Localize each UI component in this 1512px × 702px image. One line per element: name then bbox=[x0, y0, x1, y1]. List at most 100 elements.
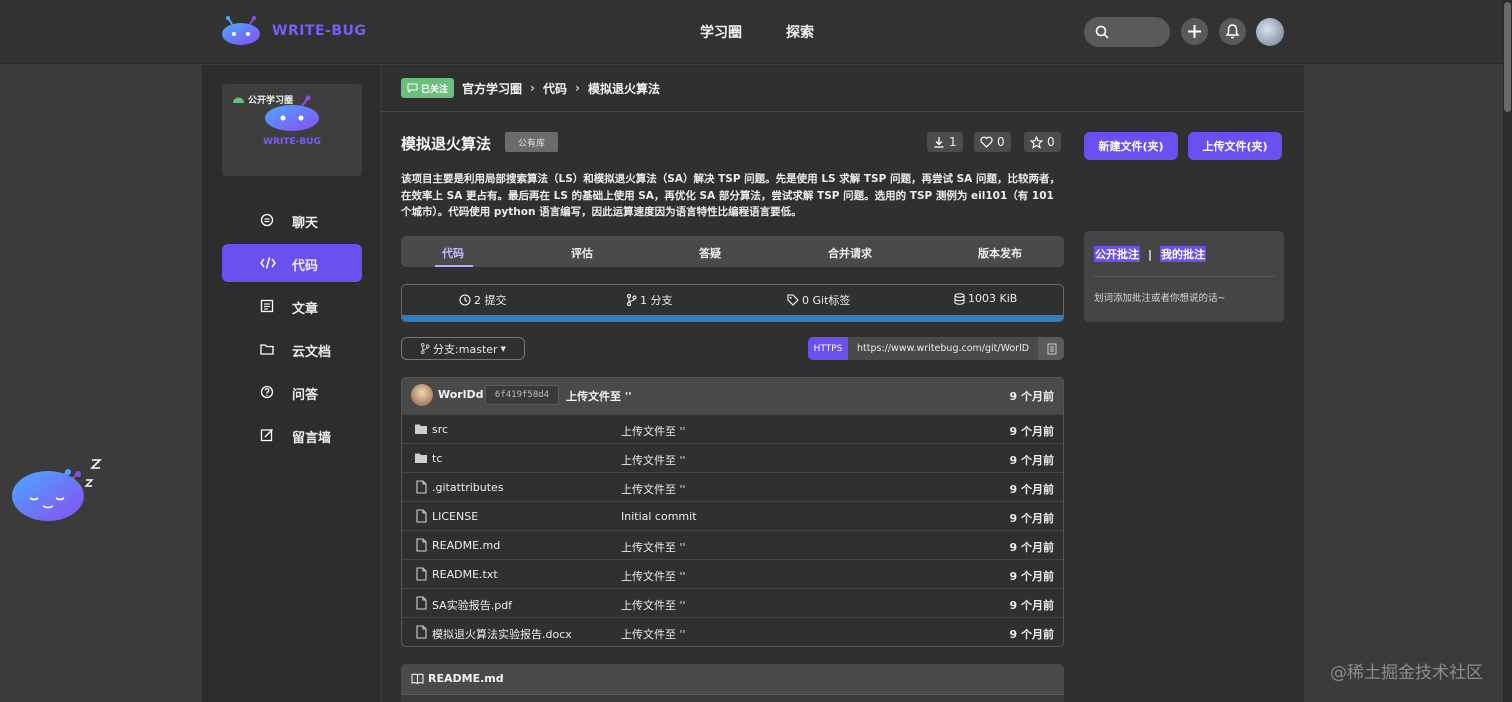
sidebar-item-message-wall[interactable]: 留言墙 bbox=[222, 416, 362, 454]
file-name[interactable]: tc bbox=[432, 452, 442, 465]
commit-message[interactable]: 上传文件至 '' bbox=[566, 388, 632, 404]
nav-study-circle[interactable]: 学习圈 bbox=[700, 22, 742, 42]
file-name[interactable]: src bbox=[432, 423, 448, 436]
like-count: 0 bbox=[997, 135, 1005, 149]
tags-count: 0 Git标签 bbox=[802, 294, 851, 307]
page-scrollbar[interactable] bbox=[1503, 0, 1512, 702]
brand-logo[interactable]: WRITE-BUG bbox=[220, 16, 366, 46]
file-commit-message[interactable]: 上传文件至 '' bbox=[621, 423, 686, 439]
sidebar-item-articles[interactable]: 文章 bbox=[222, 287, 362, 325]
download-button[interactable]: 1 bbox=[927, 132, 963, 152]
heart-icon bbox=[980, 136, 993, 148]
annotations-tab-separator: | bbox=[1148, 247, 1153, 261]
file-name[interactable]: .gitattributes bbox=[432, 481, 504, 494]
table-row[interactable]: README.md 上传文件至 '' 9 个月前 bbox=[402, 530, 1063, 559]
search-input[interactable] bbox=[1084, 17, 1170, 47]
follow-badge[interactable]: 已关注 bbox=[401, 78, 455, 98]
sidebar-item-code[interactable]: 代码 bbox=[222, 244, 362, 282]
file-icon bbox=[416, 480, 427, 494]
copy-icon bbox=[1047, 343, 1056, 354]
file-table: WorlDd 6f419f58d4 上传文件至 '' 9 个月前 src 上传文件… bbox=[401, 377, 1064, 647]
group-card[interactable]: 公开学习圈 WRITE-BUG bbox=[222, 84, 362, 176]
tab-public-annotations[interactable]: 公开批注 bbox=[1094, 246, 1140, 262]
like-button[interactable]: 0 bbox=[974, 132, 1011, 152]
table-row[interactable]: src 上传文件至 '' 9 个月前 bbox=[402, 414, 1063, 443]
create-button[interactable] bbox=[1181, 18, 1208, 45]
size-stat: 1003 KiB bbox=[954, 292, 1017, 305]
file-icon bbox=[416, 625, 427, 639]
annotations-hint: 划词添加批注或者你想说的话~ bbox=[1094, 293, 1226, 304]
repo-tabs: 代码 评估 答疑 合并请求 版本发布 bbox=[401, 236, 1064, 267]
scrollbar-thumb[interactable] bbox=[1504, 2, 1511, 112]
visibility-badge: 公有库 bbox=[505, 132, 558, 152]
file-name[interactable]: README.txt bbox=[432, 568, 498, 581]
caret-down-icon: ▼ bbox=[500, 344, 506, 353]
main-content: 已关注 官方学习圈 › 代码 › 模拟退火算法 模拟退火算法 公有库 1 0 0… bbox=[381, 65, 1304, 702]
commits-count: 2 提交 bbox=[474, 294, 507, 307]
database-icon bbox=[954, 292, 965, 305]
left-sidebar: 公开学习圈 WRITE-BUG 聊天 代码 文章 云文档 问答 留言墙 bbox=[202, 65, 380, 702]
clock-icon bbox=[459, 294, 471, 306]
tab-evaluation[interactable]: 评估 bbox=[571, 245, 593, 261]
bug-mascot-icon bbox=[222, 16, 260, 45]
commit-hash[interactable]: 6f419f58d4 bbox=[485, 385, 559, 405]
folder-icon bbox=[415, 453, 427, 463]
branch-select[interactable]: 分支:master ▼ bbox=[401, 337, 525, 360]
file-commit-message[interactable]: 上传文件至 '' bbox=[621, 539, 686, 555]
tab-my-annotations[interactable]: 我的批注 bbox=[1160, 246, 1207, 262]
file-commit-time: 9 个月前 bbox=[1009, 512, 1054, 525]
commits-stat[interactable]: 2 提交 bbox=[459, 292, 507, 308]
chevron-right-icon: › bbox=[575, 81, 580, 95]
tab-releases[interactable]: 版本发布 bbox=[978, 245, 1022, 261]
commit-author[interactable]: WorlDd bbox=[438, 388, 484, 401]
sidebar-item-label: 聊天 bbox=[292, 216, 319, 231]
tab-code[interactable]: 代码 bbox=[442, 245, 464, 261]
file-name[interactable]: SA实验报告.pdf bbox=[432, 597, 512, 613]
table-row[interactable]: README.txt 上传文件至 '' 9 个月前 bbox=[402, 559, 1063, 588]
file-commit-message[interactable]: 上传文件至 '' bbox=[621, 626, 686, 642]
table-row[interactable]: tc 上传文件至 '' 9 个月前 bbox=[402, 443, 1063, 472]
table-row[interactable]: SA实验报告.pdf 上传文件至 '' 9 个月前 bbox=[402, 588, 1063, 617]
file-commit-message[interactable]: 上传文件至 '' bbox=[621, 452, 686, 468]
file-commit-message[interactable]: 上传文件至 '' bbox=[621, 568, 686, 584]
user-avatar[interactable] bbox=[1256, 18, 1284, 46]
file-name[interactable]: LICENSE bbox=[432, 510, 478, 523]
file-name[interactable]: 模拟退火算法实验报告.docx bbox=[432, 626, 572, 642]
speech-bubble-icon bbox=[407, 83, 418, 93]
file-commit-message[interactable]: Initial commit bbox=[621, 510, 697, 523]
file-commit-message[interactable]: 上传文件至 '' bbox=[621, 597, 686, 613]
table-row[interactable]: LICENSE Initial commit 9 个月前 bbox=[402, 501, 1063, 530]
table-row[interactable]: .gitattributes 上传文件至 '' 9 个月前 bbox=[402, 472, 1063, 501]
star-count: 0 bbox=[1047, 135, 1055, 149]
brand-name: WRITE-BUG bbox=[272, 23, 367, 39]
star-button[interactable]: 0 bbox=[1024, 132, 1061, 152]
commit-author-avatar[interactable] bbox=[411, 384, 433, 406]
file-name[interactable]: README.md bbox=[432, 539, 500, 552]
file-commit-time: 9 个月前 bbox=[1009, 541, 1054, 554]
sidebar-item-qa[interactable]: 问答 bbox=[222, 373, 362, 411]
new-file-button[interactable]: 新建文件(夹) bbox=[1084, 132, 1178, 160]
tab-merge-requests[interactable]: 合并请求 bbox=[828, 245, 872, 261]
sidebar-item-cloud-docs[interactable]: 云文档 bbox=[222, 330, 362, 368]
bell-icon bbox=[1226, 24, 1239, 39]
plus-icon bbox=[1188, 25, 1201, 38]
branches-stat[interactable]: 1 分支 bbox=[626, 292, 673, 308]
clone-protocol[interactable]: HTTPS bbox=[808, 337, 848, 360]
divider bbox=[1094, 276, 1274, 277]
floating-mascot[interactable] bbox=[8, 452, 108, 530]
latest-commit-row: WorlDd 6f419f58d4 上传文件至 '' 9 个月前 bbox=[402, 378, 1063, 414]
breadcrumb-item[interactable]: 代码 bbox=[543, 80, 567, 97]
upload-file-button[interactable]: 上传文件(夹) bbox=[1188, 132, 1282, 160]
breadcrumb-item[interactable]: 官方学习圈 bbox=[462, 80, 522, 97]
nav-explore[interactable]: 探索 bbox=[786, 22, 814, 42]
tags-stat[interactable]: 0 Git标签 bbox=[787, 292, 850, 308]
sidebar-item-chat[interactable]: 聊天 bbox=[222, 201, 362, 239]
sidebar-item-label: 留言墙 bbox=[292, 431, 332, 446]
copy-button[interactable] bbox=[1038, 337, 1064, 360]
download-count: 1 bbox=[949, 135, 957, 149]
notifications-button[interactable] bbox=[1219, 18, 1246, 45]
clone-url[interactable]: https://www.writebug.com/git/WorlD bbox=[848, 337, 1038, 360]
table-row[interactable]: 模拟退火算法实验报告.docx 上传文件至 '' 9 个月前 bbox=[402, 617, 1063, 646]
tab-qa[interactable]: 答疑 bbox=[699, 245, 721, 261]
file-commit-message[interactable]: 上传文件至 '' bbox=[621, 481, 686, 497]
